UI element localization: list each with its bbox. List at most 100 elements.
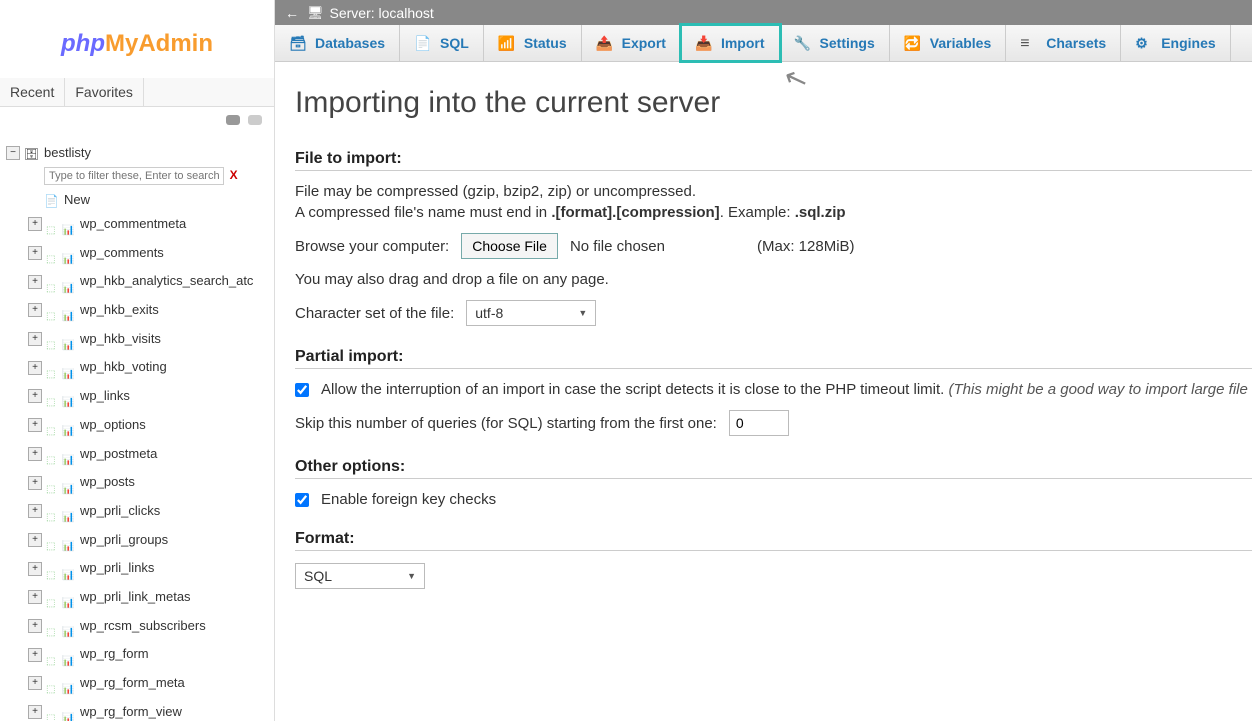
table-structure-icon[interactable] [46,332,60,346]
tree-table-row[interactable]: +wp_comments [6,239,268,268]
tab-sql[interactable]: SQL [400,25,484,61]
tree-expand-icon[interactable]: + [28,275,42,289]
table-browse-icon[interactable] [62,619,76,633]
tab-import[interactable]: Import [681,25,780,61]
charset-select[interactable]: utf-8 [466,300,596,326]
tree-table-row[interactable]: +wp_rg_form_meta [6,669,268,698]
tree-table-row[interactable]: +wp_prli_link_metas [6,583,268,612]
table-structure-icon[interactable] [46,447,60,461]
table-structure-icon[interactable] [46,275,60,289]
table-structure-icon[interactable] [46,504,60,518]
tree-table-row[interactable]: +wp_hkb_analytics_search_atc [6,267,268,296]
table-name: wp_rg_form_view [80,700,182,721]
table-structure-icon[interactable] [46,648,60,662]
table-structure-icon[interactable] [46,533,60,547]
table-structure-icon[interactable] [46,217,60,231]
tree-table-row[interactable]: + wp_rg_form_view [6,698,268,721]
tree-table-row[interactable]: +wp_commentmeta [6,210,268,239]
table-browse-icon[interactable] [62,447,76,461]
table-structure-icon[interactable] [46,418,60,432]
link-icon[interactable] [248,115,262,125]
table-browse-icon[interactable] [62,562,76,576]
table-browse-icon[interactable] [62,332,76,346]
tree-table-row[interactable]: +wp_hkb_exits [6,296,268,325]
section-format: Format: [295,530,1252,551]
table-structure-icon[interactable] [46,676,60,690]
table-browse-icon[interactable] [62,275,76,289]
tree-expand-icon[interactable]: + [28,332,42,346]
table-browse-icon[interactable] [62,418,76,432]
table-structure-icon[interactable] [46,619,60,633]
tab-settings[interactable]: Settings [780,25,890,61]
tree-expand-icon[interactable]: + [28,246,42,260]
format-select[interactable]: SQL [295,563,425,589]
tree-table-row[interactable]: +wp_hkb_voting [6,353,268,382]
table-browse-icon[interactable] [62,705,76,719]
table-browse-icon[interactable] [62,648,76,662]
tree-table-row[interactable]: +wp_links [6,382,268,411]
tree-expand-icon[interactable]: + [28,619,42,633]
table-browse-icon[interactable] [62,676,76,690]
table-browse-icon[interactable] [62,303,76,317]
tree-table-row[interactable]: +wp_posts [6,468,268,497]
table-structure-icon[interactable] [46,361,60,375]
fk-checks-checkbox[interactable] [295,493,309,507]
table-browse-icon[interactable] [62,533,76,547]
choose-file-button[interactable]: Choose File [461,233,558,259]
clear-filter-icon[interactable]: X [230,168,238,182]
tree-expand-icon[interactable]: + [28,476,42,490]
table-browse-icon[interactable] [62,361,76,375]
table-structure-icon[interactable] [46,303,60,317]
tab-charsets[interactable]: Charsets [1006,25,1121,61]
tab-variables[interactable]: Variables [890,25,1007,61]
tree-new-label[interactable]: New [64,192,90,207]
tree-expand-icon[interactable]: + [28,590,42,604]
table-browse-icon[interactable] [62,217,76,231]
table-structure-icon[interactable] [46,705,60,719]
tree-db-name[interactable]: bestlisty [44,145,91,160]
tab-engines[interactable]: Engines [1121,25,1230,61]
table-browse-icon[interactable] [62,389,76,403]
tab-export[interactable]: Export [582,25,681,61]
tree-collapse-db[interactable]: − [6,146,20,160]
table-browse-icon[interactable] [62,246,76,260]
table-structure-icon[interactable] [46,476,60,490]
collapse-sidebar-icon[interactable]: ← [285,5,299,21]
tab-label: Settings [820,35,875,51]
table-browse-icon[interactable] [62,590,76,604]
tree-table-row[interactable]: +wp_rcsm_subscribers [6,612,268,641]
tree-expand-icon[interactable]: + [28,217,42,231]
tree-table-row[interactable]: +wp_rg_form [6,640,268,669]
table-structure-icon[interactable] [46,246,60,260]
tree-table-row[interactable]: +wp_postmeta [6,440,268,469]
table-structure-icon[interactable] [46,389,60,403]
tree-table-row[interactable]: +wp_prli_groups [6,526,268,555]
tree-expand-icon[interactable]: + [28,504,42,518]
tree-table-row[interactable]: +wp_options [6,411,268,440]
tree-expand-icon[interactable]: + [28,562,42,576]
skip-queries-input[interactable] [729,410,789,436]
tree-filter-input[interactable] [44,167,224,185]
tree-table-row[interactable]: +wp_prli_links [6,554,268,583]
table-browse-icon[interactable] [62,504,76,518]
tree-expand-icon[interactable]: + [28,705,42,719]
tree-expand-icon[interactable]: + [28,676,42,690]
table-structure-icon[interactable] [46,590,60,604]
tab-databases[interactable]: Databases [275,25,400,61]
sidebar-tab-recent[interactable]: Recent [0,78,65,106]
tree-table-row[interactable]: +wp_hkb_visits [6,325,268,354]
allow-interrupt-checkbox[interactable] [295,383,309,397]
tree-expand-icon[interactable]: + [28,648,42,662]
tree-expand-icon[interactable]: + [28,533,42,547]
tree-expand-icon[interactable]: + [28,389,42,403]
tree-expand-icon[interactable]: + [28,447,42,461]
table-browse-icon[interactable] [62,476,76,490]
sidebar-tab-favorites[interactable]: Favorites [65,78,144,106]
tree-expand-icon[interactable]: + [28,303,42,317]
table-structure-icon[interactable] [46,562,60,576]
tree-expand-icon[interactable]: + [28,361,42,375]
tree-expand-icon[interactable]: + [28,418,42,432]
tree-table-row[interactable]: +wp_prli_clicks [6,497,268,526]
collapse-icon[interactable] [226,115,240,125]
tab-status[interactable]: Status [484,25,582,61]
